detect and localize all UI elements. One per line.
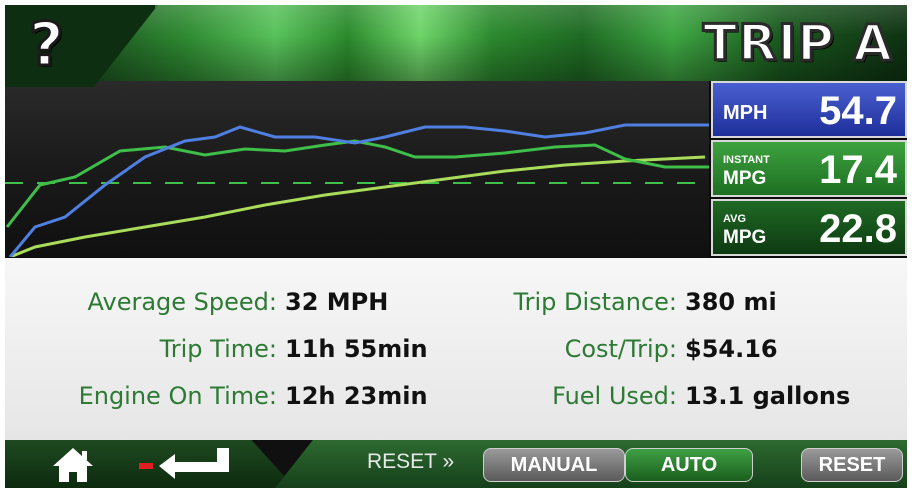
fuel-used-label: Fuel Used: [552,382,677,410]
trip-graph [5,81,709,257]
avg-mpg-line [9,155,706,257]
trip-time-label: Trip Time: [159,335,277,363]
reset-label: RESET » [367,450,455,473]
back-icon[interactable] [137,446,233,482]
help-icon[interactable]: ? [28,12,73,79]
home-icon[interactable] [51,446,95,484]
instant-mpg-label: MPG [723,168,767,189]
mph-label: MPH [723,102,768,124]
cost-trip-value: $54.16 [685,335,778,363]
avg-mpg-value: 22.8 [819,207,897,251]
avg-small-label: AVG [723,213,747,225]
engine-on-time-label: Engine On Time: [78,382,277,410]
trip-graph-svg [5,123,709,257]
avg-mpg-label: MPG [723,227,767,248]
footer-bar: RESET » MANUAL AUTO RESET [5,440,907,488]
average-speed-value: 32 MPH [285,288,389,316]
manual-button[interactable]: MANUAL [483,448,625,482]
mph-readout: MPH 54.7 [711,81,907,138]
avg-mpg-readout: AVG MPG 22.8 [711,199,907,256]
instant-small-label: INSTANT [723,154,770,166]
screen: ? TRIP A MPH 54.7 INSTANT MPG 17.4 AVG M… [5,5,907,488]
fuel-used-value: 13.1 gallons [685,382,851,410]
engine-on-time-value: 12h 23min [285,382,428,410]
trip-distance-value: 380 mi [685,288,777,316]
mph-value: 54.7 [819,89,897,133]
cost-trip-label: Cost/Trip: [564,335,677,363]
auto-button[interactable]: AUTO [625,448,753,482]
trip-time-value: 11h 55min [285,335,428,363]
trip-distance-label: Trip Distance: [513,288,677,316]
average-speed-label: Average Speed: [87,288,277,316]
page-title: TRIP A [702,13,894,74]
reset-button[interactable]: RESET [801,448,903,482]
instant-mpg-readout: INSTANT MPG 17.4 [711,140,907,197]
trip-stats-panel: Average Speed: 32 MPH Trip Time: 11h 55m… [5,258,907,440]
instant-mpg-value: 17.4 [819,148,897,192]
